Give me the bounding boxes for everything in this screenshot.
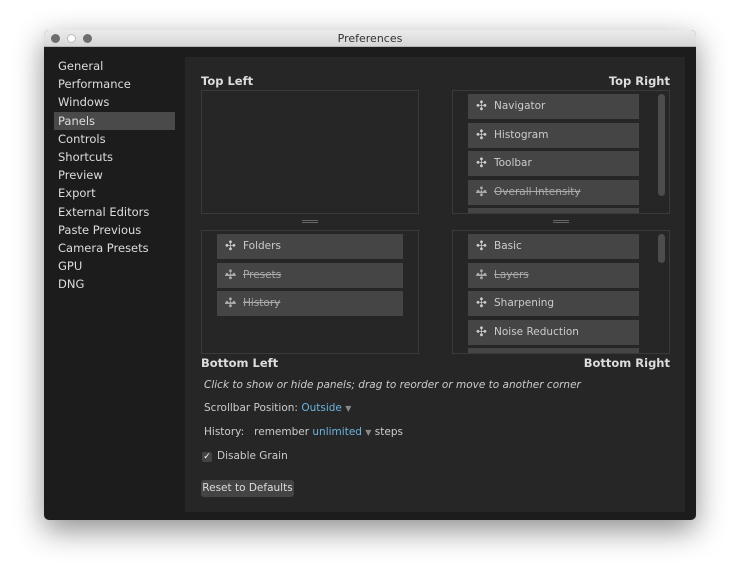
- history-row: History: remember unlimited ▼ steps: [204, 426, 403, 438]
- minimize-button[interactable]: [67, 34, 76, 43]
- top-left-label: Top Left: [201, 74, 254, 88]
- panel-item-label: Toolbar: [494, 157, 532, 169]
- panel-item-label: Navigator: [494, 100, 546, 112]
- panel-item-partial[interactable]: [468, 348, 639, 353]
- sidebar-item-export[interactable]: Export: [54, 184, 175, 202]
- panel-item-label: Sharpening: [494, 297, 555, 309]
- scrollbar-position-row: Scrollbar Position: Outside ▼: [204, 402, 351, 414]
- move-icon[interactable]: ✣: [476, 320, 487, 345]
- scrollbar-thumb[interactable]: [658, 94, 665, 196]
- sidebar: General Performance Windows Panels Controls S…: [44, 57, 185, 293]
- scrollbar-position-label: Scrollbar Position:: [204, 402, 298, 414]
- top-left-panel-box[interactable]: [201, 90, 419, 214]
- panel-item-label: Noise Reduction: [494, 325, 579, 338]
- preferences-window: Preferences General Performance Windows Pan…: [44, 30, 696, 520]
- panel-item-label: Histogram: [494, 128, 549, 141]
- panel-item[interactable]: ✣ History: [217, 291, 403, 316]
- sidebar-item-camera-presets[interactable]: Camera Presets: [54, 239, 175, 257]
- sidebar-item-external-editors[interactable]: External Editors: [54, 203, 175, 221]
- bottom-left-panel-box[interactable]: ✣ Folders ✣ Presets ✣ History: [201, 230, 419, 354]
- bottom-right-panel-box[interactable]: ✣ Basic ✣ Layers ✣ Sharpening ✣ Noise Reduction: [452, 230, 670, 354]
- panel-item[interactable]: ✣ Basic: [468, 234, 639, 259]
- sidebar-item-paste-previous[interactable]: Paste Previous: [54, 221, 175, 239]
- move-icon[interactable]: ✣: [225, 291, 236, 316]
- sidebar-item-panels[interactable]: Panels: [54, 111, 175, 130]
- panel-item[interactable]: ✣ Navigator: [468, 94, 639, 119]
- reset-to-defaults-button[interactable]: Reset to Defaults: [201, 480, 294, 497]
- sidebar-item-dng[interactable]: DNG: [54, 275, 175, 293]
- panel-item[interactable]: ✣ Noise Reduction: [468, 319, 639, 345]
- sidebar-item-shortcuts[interactable]: Shortcuts: [54, 148, 175, 166]
- move-icon[interactable]: ✣: [476, 94, 487, 119]
- panel-item-label: Basic: [494, 240, 522, 252]
- top-right-panel-box[interactable]: ✣ Navigator ✣ Histogram ✣ Toolbar ✣ Overall Int…: [452, 90, 670, 214]
- zoom-button[interactable]: [83, 34, 92, 43]
- panel-item[interactable]: ✣ Histogram: [468, 122, 639, 148]
- panel-item-label: Overall Intensity: [494, 185, 581, 198]
- move-icon[interactable]: ✣: [225, 234, 236, 259]
- move-icon[interactable]: ✣: [476, 234, 487, 259]
- splitter-handle-right[interactable]: [553, 220, 569, 223]
- bottom-left-label: Bottom Left: [201, 356, 279, 370]
- disable-grain-label: Disable Grain: [217, 450, 288, 462]
- caret-down-icon: ▼: [365, 428, 372, 437]
- history-label: History:: [204, 426, 245, 438]
- panel-item-label: Folders: [243, 240, 281, 252]
- splitter-handle-left[interactable]: [302, 220, 318, 223]
- move-icon[interactable]: ✣: [476, 151, 487, 176]
- panel-item-label: Layers: [494, 268, 529, 281]
- panel-item[interactable]: ✣ Presets: [217, 262, 403, 288]
- history-prefix: remember: [254, 426, 310, 438]
- caret-down-icon: ▼: [345, 404, 352, 413]
- panel-item-label: History: [243, 297, 281, 309]
- panel-item[interactable]: ✣ Sharpening: [468, 291, 639, 316]
- sidebar-item-general[interactable]: General: [54, 57, 175, 75]
- panel-item[interactable]: ✣ Toolbar: [468, 151, 639, 176]
- disable-grain-checkbox[interactable]: ✓ Disable Grain: [202, 450, 288, 462]
- panel-item[interactable]: ✣ Folders: [217, 234, 403, 259]
- history-dropdown[interactable]: unlimited ▼: [312, 426, 371, 438]
- scrollbar-position-dropdown[interactable]: Outside ▼: [301, 402, 351, 414]
- move-icon[interactable]: ✣: [476, 123, 487, 148]
- move-icon[interactable]: ✣: [476, 263, 487, 288]
- window-title: Preferences: [337, 32, 403, 45]
- top-right-label: Top Right: [608, 74, 670, 88]
- bottom-right-label: Bottom Right: [583, 356, 670, 370]
- panel-item-partial[interactable]: [468, 208, 639, 213]
- sidebar-item-controls[interactable]: Controls: [54, 130, 175, 148]
- panel-item[interactable]: ✣ Overall Intensity: [468, 179, 639, 205]
- move-icon[interactable]: ✣: [476, 180, 487, 205]
- sidebar-item-preview[interactable]: Preview: [54, 166, 175, 184]
- panel-item[interactable]: ✣ Layers: [468, 262, 639, 288]
- history-suffix: steps: [374, 426, 403, 438]
- panels-pane: Top Left Top Right ✣ Navigator ✣ Histogram ✣…: [185, 57, 685, 512]
- checkmark-icon: ✓: [202, 452, 212, 462]
- title-bar: Preferences: [44, 30, 696, 47]
- scrollbar-thumb[interactable]: [658, 234, 665, 263]
- sidebar-item-gpu[interactable]: GPU: [54, 257, 175, 275]
- move-icon[interactable]: ✣: [476, 291, 487, 316]
- dropdown-value: unlimited: [312, 426, 362, 438]
- close-button[interactable]: [51, 34, 60, 43]
- hint-text: Click to show or hide panels; drag to re…: [204, 379, 581, 391]
- panel-item-label: Presets: [243, 268, 282, 281]
- dropdown-value: Outside: [301, 402, 342, 414]
- sidebar-item-windows[interactable]: Windows: [54, 93, 175, 111]
- sidebar-item-performance[interactable]: Performance: [54, 75, 175, 93]
- move-icon[interactable]: ✣: [225, 263, 236, 288]
